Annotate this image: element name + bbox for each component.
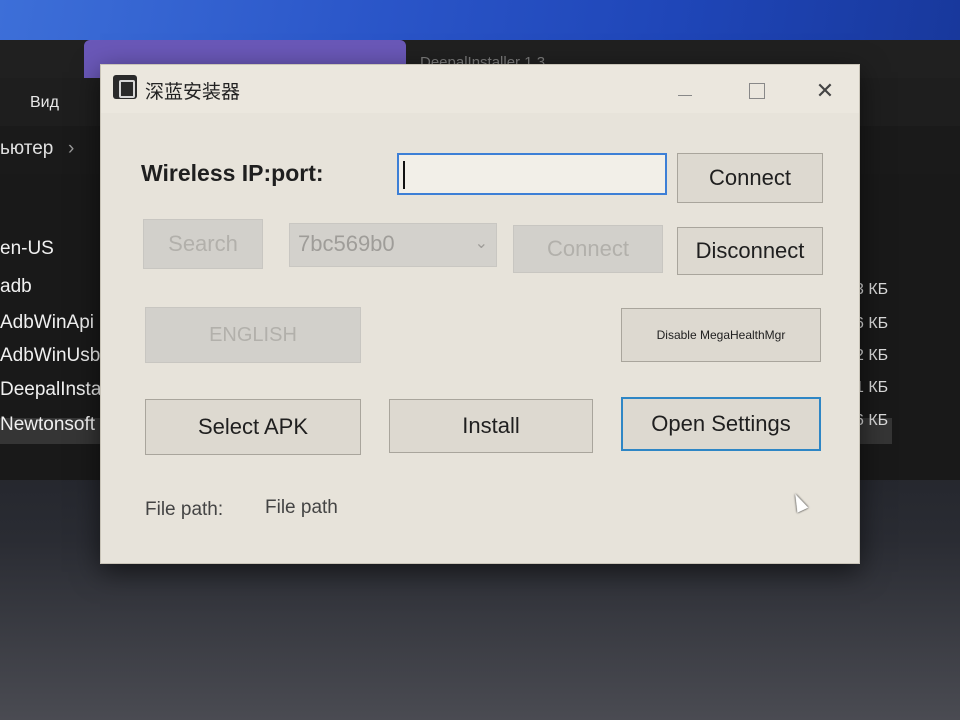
file-name[interactable]: AdbWinApi (0, 312, 94, 334)
file-name[interactable]: adb (0, 276, 32, 298)
file-path-value: File path (265, 497, 338, 518)
file-name[interactable]: DeepalInsta (0, 379, 101, 401)
connect-usb-button[interactable]: Connect (513, 225, 663, 273)
breadcrumb[interactable]: ьютер (0, 138, 53, 160)
english-button[interactable]: ENGLISH (145, 307, 361, 363)
title-bar[interactable]: 深蓝安装器 ✕ (101, 65, 859, 113)
app-icon (113, 75, 137, 99)
chevron-down-icon: ⌄ (474, 235, 488, 252)
menu-view[interactable]: Вид (30, 94, 59, 112)
file-name[interactable]: AdbWinUsb (0, 345, 100, 367)
connect-wireless-button[interactable]: Connect (677, 153, 823, 203)
wireless-ip-input[interactable] (397, 153, 667, 195)
maximize-icon[interactable] (744, 79, 768, 103)
minimize-icon[interactable] (673, 79, 697, 103)
wireless-ip-label: Wireless IP:port: (141, 160, 324, 186)
install-button[interactable]: Install (389, 399, 593, 453)
close-icon[interactable]: ✕ (813, 79, 837, 103)
file-name[interactable]: en-US (0, 238, 54, 260)
file-name[interactable]: Newtonsoft (0, 414, 95, 436)
open-settings-button[interactable]: Open Settings (621, 397, 821, 451)
search-button[interactable]: Search (143, 219, 263, 269)
select-apk-button[interactable]: Select APK (145, 399, 361, 455)
disconnect-button[interactable]: Disconnect (677, 227, 823, 275)
disable-megahealthmgr-button[interactable]: Disable MegaHealthMgr (621, 308, 821, 362)
chevron-right-icon: › (68, 138, 75, 159)
window-title: 深蓝安装器 (145, 81, 241, 103)
installer-window: 深蓝安装器 ✕ Wireless IP:port: Connect Search… (100, 64, 860, 564)
device-select-value: 7bc569b0 (298, 231, 395, 256)
text-caret (403, 161, 405, 189)
device-select[interactable]: 7bc569b0 ⌄ (289, 223, 497, 267)
file-path-label: File path: (145, 499, 224, 520)
